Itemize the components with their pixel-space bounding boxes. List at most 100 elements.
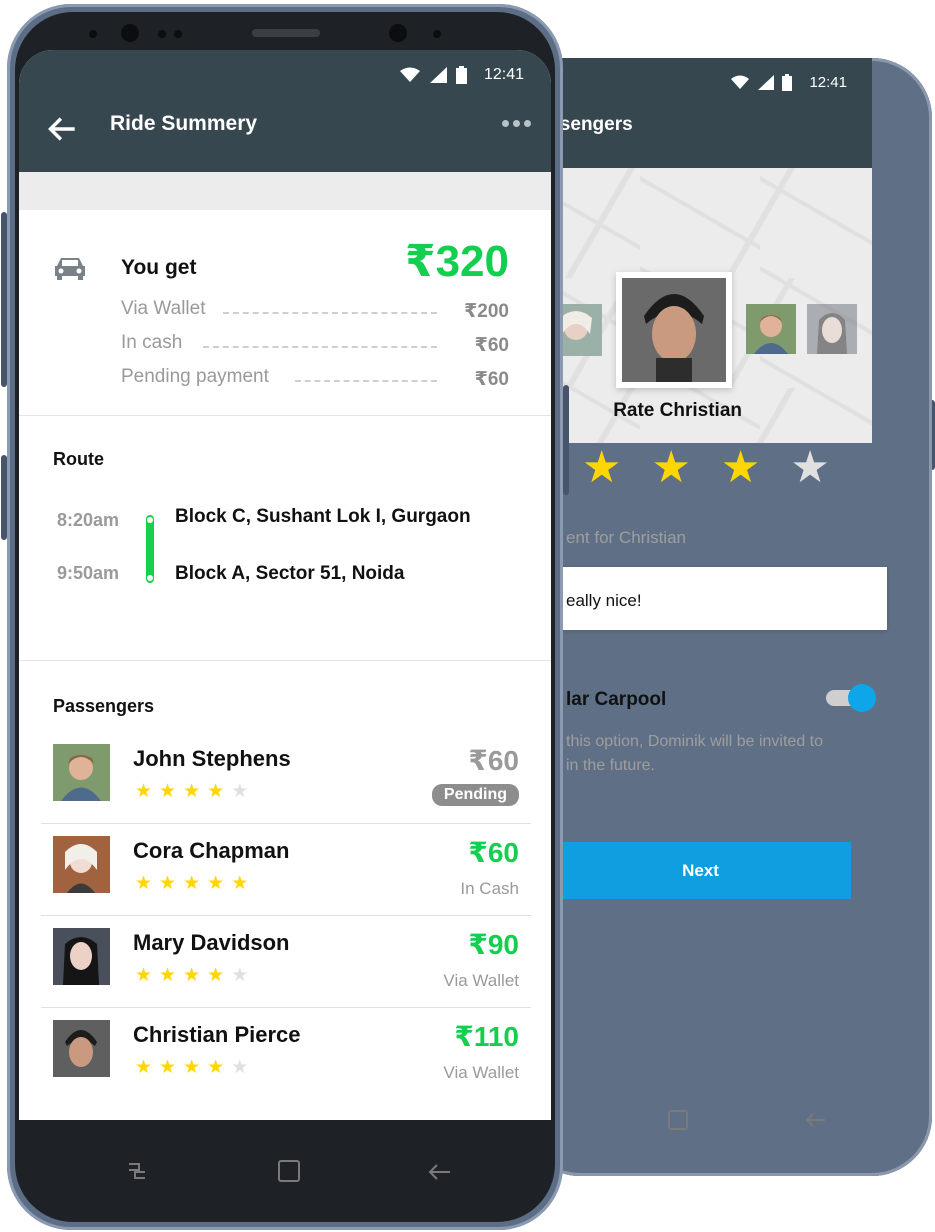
passenger-row[interactable]: Christian Pierce ★ ★ ★ ★ ★ ₹110 Via Wallet bbox=[41, 1008, 531, 1100]
dotted-leader bbox=[295, 380, 437, 382]
passenger-name: Cora Chapman bbox=[133, 838, 290, 863]
car-icon bbox=[55, 258, 85, 280]
back-status-time: 12:41 bbox=[809, 74, 847, 91]
avatar bbox=[53, 836, 110, 893]
back-app-bar: 12:41 Passengers bbox=[520, 58, 872, 168]
star-icon[interactable]: ★ bbox=[721, 446, 760, 490]
signal-icon bbox=[430, 67, 447, 83]
route-place: Block C, Sushant Lok I, Gurgaon bbox=[175, 506, 471, 527]
star-icon: ★ bbox=[183, 873, 201, 894]
star-icon: ★ bbox=[231, 1057, 249, 1078]
next-button[interactable]: Next bbox=[550, 842, 851, 899]
star-icon: ★ bbox=[135, 781, 153, 802]
route-time: 9:50am bbox=[57, 563, 120, 583]
passenger-avatar-thumb[interactable] bbox=[746, 304, 796, 354]
comment-input[interactable]: eally nice! bbox=[550, 567, 887, 630]
earnings-row: In cash ₹60 bbox=[121, 332, 509, 358]
home-square-icon[interactable] bbox=[668, 1110, 688, 1130]
avatar bbox=[53, 1020, 110, 1077]
star-icon: ★ bbox=[135, 965, 153, 986]
front-side-button bbox=[1, 455, 7, 540]
passenger-row[interactable]: Cora Chapman ★ ★ ★ ★ ★ ₹60 In Cash bbox=[41, 824, 531, 916]
toggle-knob bbox=[848, 684, 876, 712]
status-icons bbox=[399, 66, 467, 84]
star-icon: ★ bbox=[159, 781, 177, 802]
route-time: 8:20am bbox=[57, 510, 120, 530]
star-icon: ★ bbox=[207, 873, 225, 894]
passenger-amount: ₹90 bbox=[468, 929, 519, 960]
recent-apps-icon[interactable] bbox=[127, 1162, 147, 1180]
passenger-row[interactable]: John Stephens ★ ★ ★ ★ ★ ₹60 Pending bbox=[41, 732, 531, 824]
payment-method: Via Wallet bbox=[443, 971, 519, 990]
app-bar: 12:41 Ride Summery bbox=[19, 50, 551, 172]
selected-passenger-avatar bbox=[616, 272, 732, 388]
back-arrow-icon[interactable] bbox=[427, 1163, 451, 1181]
front-speaker bbox=[252, 29, 320, 37]
passenger-row[interactable]: Mary Davidson ★ ★ ★ ★ ★ ₹90 Via Wallet bbox=[41, 916, 531, 1008]
front-navigation-bar bbox=[19, 1120, 551, 1220]
regular-carpool-description: this option, Dominik will be invited to … bbox=[566, 733, 824, 774]
regular-carpool-toggle[interactable] bbox=[826, 684, 876, 712]
rating-stars-input[interactable]: ★ ★ ★ ★ bbox=[582, 446, 830, 490]
star-icon: ★ bbox=[135, 1057, 153, 1078]
wifi-icon bbox=[400, 67, 420, 82]
front-iris-sensor bbox=[389, 24, 407, 42]
earnings-row: Via Wallet ₹200 bbox=[121, 298, 509, 324]
front-sensor bbox=[433, 30, 441, 38]
star-icon[interactable]: ★ bbox=[651, 446, 690, 490]
passenger-name: Christian Pierce bbox=[133, 1022, 301, 1047]
star-icon: ★ bbox=[159, 965, 177, 986]
wifi-icon bbox=[731, 75, 749, 89]
signal-icon bbox=[758, 75, 774, 90]
passenger-amount: ₹60 bbox=[468, 837, 519, 868]
star-icon: ★ bbox=[183, 781, 201, 802]
star-icon: ★ bbox=[231, 781, 249, 802]
comment-label: ent for Christian bbox=[566, 528, 686, 547]
earnings-row-label: Via Wallet bbox=[121, 298, 206, 319]
dotted-leader bbox=[223, 312, 437, 314]
earnings-summary: You get ₹320 Via Wallet ₹200 In cash ₹60… bbox=[19, 212, 551, 416]
front-sensor bbox=[158, 30, 166, 38]
earnings-row-label: In cash bbox=[121, 332, 183, 353]
route-line bbox=[146, 515, 154, 583]
route-section: Route 8:20am 9:50am Block C, Sushant Lok… bbox=[19, 417, 551, 661]
passengers-title: Passengers bbox=[53, 696, 155, 716]
arrow-left-icon[interactable] bbox=[47, 114, 77, 144]
regular-carpool-title: lar Carpool bbox=[566, 689, 667, 710]
more-horizontal-icon[interactable] bbox=[502, 120, 531, 127]
star-icon: ★ bbox=[231, 873, 249, 894]
front-side-button bbox=[1, 212, 7, 387]
star-icon: ★ bbox=[207, 965, 225, 986]
star-icon: ★ bbox=[159, 873, 177, 894]
route-place: Block A, Sector 51, Noida bbox=[175, 563, 405, 584]
passenger-rating: ★ ★ ★ ★ ★ bbox=[135, 1058, 248, 1077]
route-title: Route bbox=[53, 449, 104, 469]
front-sensor bbox=[174, 30, 182, 38]
home-square-icon[interactable] bbox=[278, 1160, 300, 1182]
receipt-zigzag-edge bbox=[19, 200, 551, 212]
passenger-name: John Stephens bbox=[133, 746, 291, 771]
passenger-rating: ★ ★ ★ ★ ★ bbox=[135, 966, 248, 985]
avatar bbox=[53, 928, 110, 985]
status-badge: Pending bbox=[431, 784, 519, 806]
back-arrow-icon[interactable] bbox=[804, 1112, 826, 1128]
back-status-icons bbox=[730, 74, 792, 91]
front-side-button bbox=[563, 385, 569, 495]
front-sensor bbox=[89, 30, 97, 38]
star-icon: ★ bbox=[231, 965, 249, 986]
status-time: 12:41 bbox=[483, 66, 524, 83]
earnings-row-amount: ₹60 bbox=[474, 369, 509, 390]
dotted-leader bbox=[203, 346, 437, 348]
star-icon: ★ bbox=[135, 873, 153, 894]
ride-summary-screen: 12:41 Ride Summery You get ₹320 Via Wall… bbox=[19, 50, 551, 1120]
star-icon: ★ bbox=[207, 781, 225, 802]
earnings-row-label: Pending payment bbox=[121, 366, 269, 387]
page-title: Ride Summery bbox=[110, 112, 258, 135]
star-icon[interactable]: ★ bbox=[582, 446, 621, 490]
star-icon: ★ bbox=[159, 1057, 177, 1078]
battery-icon bbox=[456, 66, 467, 84]
passengers-section: Passengers John Stephens ★ ★ ★ ★ ★ ₹60 Pendi… bbox=[19, 662, 551, 1120]
earnings-total: ₹320 bbox=[404, 237, 509, 286]
passenger-avatar-thumb[interactable] bbox=[807, 304, 857, 354]
star-icon[interactable]: ★ bbox=[790, 446, 829, 490]
